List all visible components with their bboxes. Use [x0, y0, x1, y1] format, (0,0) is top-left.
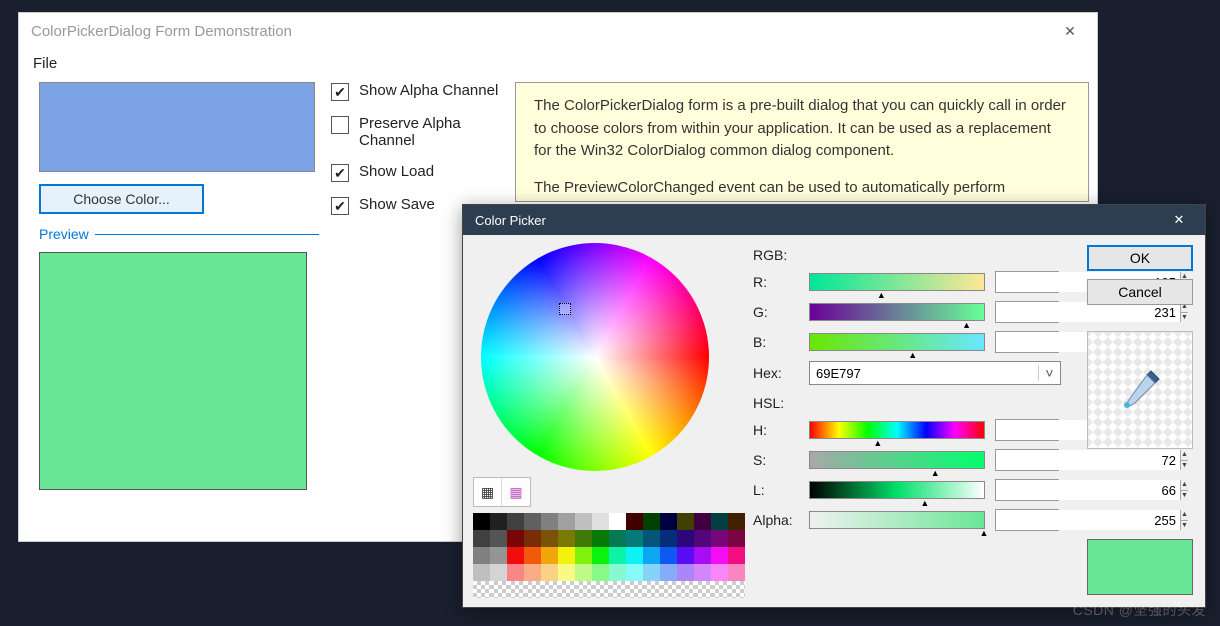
s-slider[interactable] — [809, 451, 985, 469]
h-slider[interactable] — [809, 421, 985, 439]
alpha-slider[interactable] — [809, 511, 985, 529]
color-palette[interactable] — [473, 513, 745, 598]
b-slider[interactable] — [809, 333, 985, 351]
checkbox-preserve-alpha[interactable] — [331, 116, 349, 134]
info-panel: The ColorPickerDialog form is a pre-buil… — [515, 82, 1089, 202]
alpha-spin-up-icon[interactable]: ▲ — [1181, 510, 1188, 521]
label-preserve-alpha: Preserve Alpha Channel — [359, 115, 499, 149]
l-spin-up-icon[interactable]: ▲ — [1181, 480, 1188, 491]
l-spin-down-icon[interactable]: ▼ — [1181, 491, 1188, 501]
s-spin-up-icon[interactable]: ▲ — [1181, 450, 1188, 461]
palette-colorgrid-icon[interactable]: ▦ — [502, 478, 530, 506]
s-input[interactable] — [996, 450, 1180, 470]
label-show-load: Show Load — [359, 163, 434, 180]
main-title: ColorPickerDialog Form Demonstration — [31, 23, 292, 40]
dialog-right-panel: OK Cancel — [1087, 245, 1195, 449]
alpha-spin-down-icon[interactable]: ▼ — [1181, 521, 1188, 531]
watermark: CSDN @坚强的头发 — [1073, 600, 1206, 620]
eyedropper-icon — [1115, 365, 1165, 415]
preview-legend-line — [95, 234, 319, 235]
picker-titlebar: Color Picker ✕ — [463, 205, 1205, 235]
g-slider[interactable] — [809, 303, 985, 321]
label-show-alpha: Show Alpha Channel — [359, 82, 498, 99]
alpha-input[interactable] — [996, 510, 1180, 530]
palette-tool-row: ▦ ▦ — [473, 477, 531, 507]
r-slider[interactable] — [809, 273, 985, 291]
l-slider[interactable] — [809, 481, 985, 499]
close-icon[interactable]: ✕ — [1157, 207, 1201, 233]
alpha-label: Alpha: — [753, 512, 809, 528]
b-label: B: — [753, 334, 809, 350]
close-icon[interactable]: ✕ — [1047, 16, 1093, 46]
color-wheel-cursor[interactable] — [559, 303, 571, 315]
choose-color-button[interactable]: Choose Color... — [39, 184, 204, 214]
picker-title: Color Picker — [475, 213, 546, 228]
main-titlebar: ColorPickerDialog Form Demonstration ✕ — [19, 13, 1097, 49]
preview-legend-label: Preview — [39, 226, 89, 242]
hex-dropdown-icon[interactable]: ˅ — [1038, 365, 1060, 381]
h-label: H: — [753, 422, 809, 438]
color-picker-dialog: Color Picker ✕ ▦ ▦ RGB: R: ▲▼ G: ▲▼ B: — [462, 204, 1206, 608]
hex-input[interactable] — [810, 366, 1038, 381]
l-input[interactable] — [996, 480, 1180, 500]
info-para2: The PreviewColorChanged event can be use… — [534, 177, 1070, 200]
sliders-panel: RGB: R: ▲▼ G: ▲▼ B: ▲▼ Hex: ˅ — [753, 247, 1073, 539]
menubar: File — [19, 49, 1097, 78]
eyedropper-area[interactable] — [1087, 331, 1193, 449]
rgb-header: RGB: — [753, 247, 809, 263]
r-label: R: — [753, 274, 809, 290]
menu-file[interactable]: File — [33, 55, 57, 72]
hsl-header: HSL: — [753, 395, 809, 411]
info-para1: The ColorPickerDialog form is a pre-buil… — [534, 95, 1070, 163]
checkbox-show-alpha[interactable]: ✔ — [331, 83, 349, 101]
l-label: L: — [753, 482, 809, 498]
preview-color-swatch — [39, 252, 307, 490]
s-spin-down-icon[interactable]: ▼ — [1181, 461, 1188, 471]
palette-grid-icon[interactable]: ▦ — [474, 478, 502, 506]
hex-label: Hex: — [753, 365, 809, 381]
current-color-swatch — [39, 82, 315, 172]
preview-group: Preview — [39, 226, 319, 490]
s-label: S: — [753, 452, 809, 468]
label-show-save: Show Save — [359, 196, 435, 213]
checkbox-show-save[interactable]: ✔ — [331, 197, 349, 215]
checkbox-show-load[interactable]: ✔ — [331, 164, 349, 182]
ok-button[interactable]: OK — [1087, 245, 1193, 271]
selected-color-swatch — [1087, 539, 1193, 595]
g-label: G: — [753, 304, 809, 320]
cancel-button[interactable]: Cancel — [1087, 279, 1193, 305]
color-wheel[interactable] — [481, 243, 709, 471]
